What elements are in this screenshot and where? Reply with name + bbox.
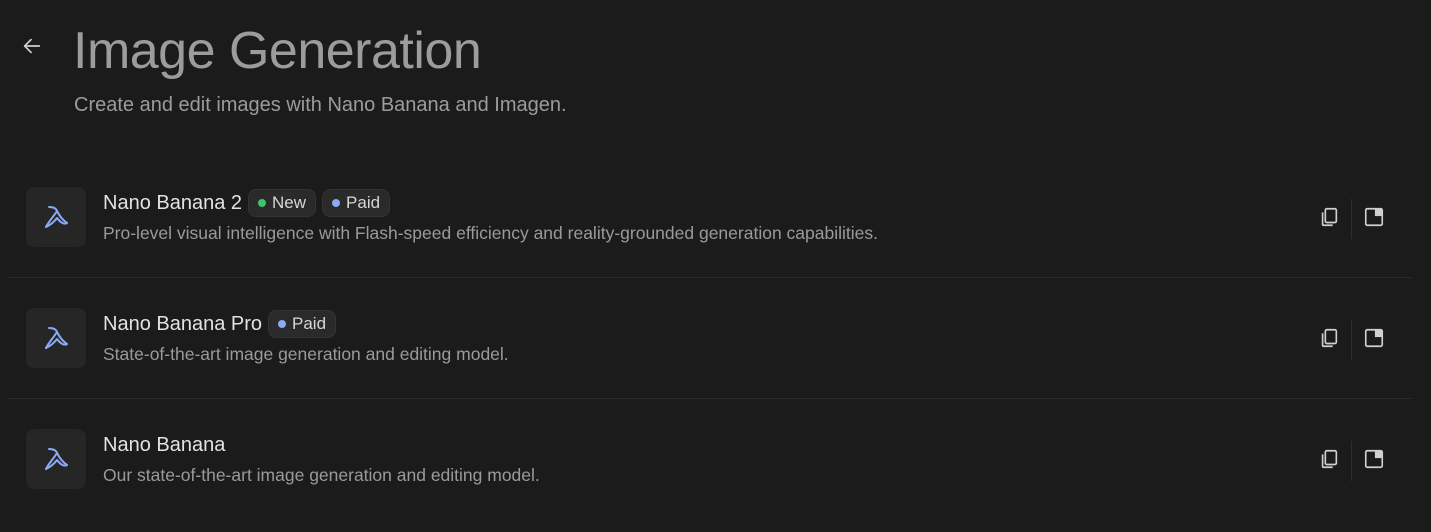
divider: [1351, 320, 1352, 360]
badge-paid: Paid: [322, 189, 391, 217]
model-name: Nano Banana: [103, 433, 226, 456]
open-panel-button[interactable]: [1354, 441, 1394, 481]
badge-label: Paid: [346, 193, 381, 212]
open-panel-icon: [1363, 206, 1385, 233]
row-actions: [1309, 320, 1394, 360]
open-panel-button[interactable]: [1354, 199, 1394, 239]
model-list: Nano Banana 2 New Paid Pro-level visual …: [8, 157, 1412, 519]
copy-icon: [1318, 206, 1340, 233]
model-row-nano-banana[interactable]: Nano Banana Our state-of-the-art image g…: [8, 399, 1412, 519]
copy-icon: [1318, 448, 1340, 475]
banana-icon: [26, 187, 86, 247]
copy-button[interactable]: [1309, 320, 1349, 360]
badge-new: New: [248, 189, 317, 217]
model-description: State-of-the-art image generation and ed…: [103, 344, 509, 364]
model-row-nano-banana-2[interactable]: Nano Banana 2 New Paid Pro-level visual …: [8, 157, 1412, 278]
back-button[interactable]: [18, 34, 46, 62]
model-description: Pro-level visual intelligence with Flash…: [103, 223, 878, 243]
banana-icon: [26, 429, 86, 489]
model-description: Our state-of-the-art image generation an…: [103, 465, 540, 485]
copy-button[interactable]: [1309, 441, 1349, 481]
open-panel-button[interactable]: [1354, 320, 1394, 360]
divider: [1351, 199, 1352, 239]
row-actions: [1309, 199, 1394, 239]
page-title: Image Generation: [73, 22, 482, 80]
row-actions: [1309, 441, 1394, 481]
status-dot: [258, 199, 267, 207]
page: Image Generation Create and edit images …: [0, 0, 1431, 532]
badge-paid: Paid: [268, 310, 337, 338]
open-panel-icon: [1363, 448, 1385, 475]
status-dot: [278, 320, 287, 328]
open-panel-icon: [1363, 327, 1385, 354]
model-name-line: Nano Banana Pro Paid: [103, 310, 337, 338]
model-row-nano-banana-pro[interactable]: Nano Banana Pro Paid State-of-the-art im…: [8, 278, 1412, 399]
badge-label: New: [272, 193, 307, 212]
model-name-line: Nano Banana 2 New Paid: [103, 189, 391, 217]
divider: [1351, 441, 1352, 481]
model-name: Nano Banana 2: [103, 191, 243, 214]
model-name-line: Nano Banana: [103, 431, 225, 459]
badge-label: Paid: [292, 314, 327, 333]
model-name: Nano Banana Pro: [103, 312, 263, 335]
copy-button[interactable]: [1309, 199, 1349, 239]
copy-icon: [1318, 327, 1340, 354]
page-subtitle: Create and edit images with Nano Banana …: [74, 94, 567, 116]
banana-icon: [26, 308, 86, 368]
status-dot: [332, 199, 341, 207]
arrow-left-icon: [21, 35, 43, 62]
